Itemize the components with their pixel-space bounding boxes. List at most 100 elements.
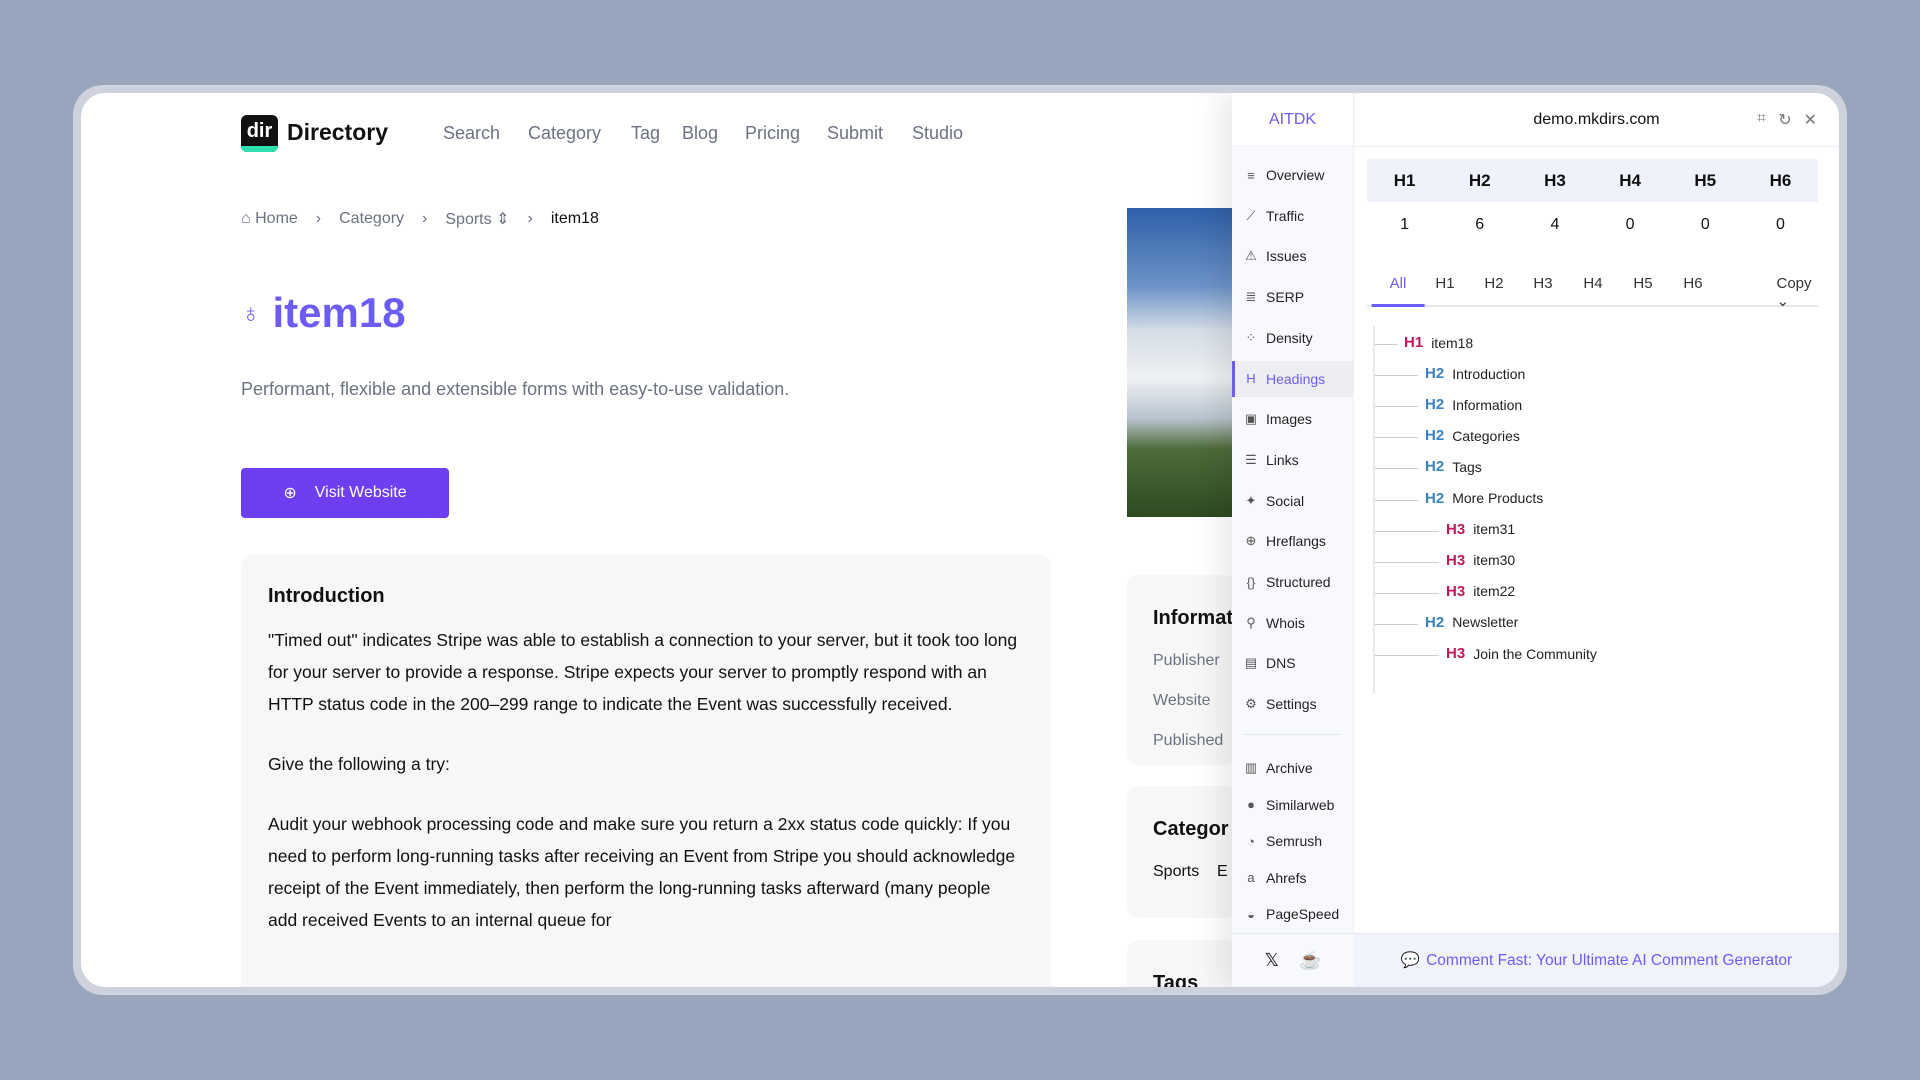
description: Performant, flexible and extensible form… xyxy=(241,379,790,399)
sidebar-item-settings[interactable]: ⚙ Settings xyxy=(1232,686,1354,722)
sidebar-item-similarweb[interactable]: ● Similarweb xyxy=(1232,787,1354,823)
count-value: 0 xyxy=(1625,216,1635,233)
sidebar-item-serp[interactable]: ≣ SERP xyxy=(1232,279,1354,315)
card-heading: Informat xyxy=(1153,607,1233,629)
sidebar-item-label: Semrush xyxy=(1266,833,1323,849)
heading-node[interactable]: H2 Information xyxy=(1425,396,1522,413)
tab-h1[interactable]: H1 xyxy=(1435,275,1454,292)
sidebar-item-label: PageSpeed xyxy=(1266,906,1340,922)
heading-text: item22 xyxy=(1473,583,1516,600)
category-link[interactable]: Sports xyxy=(1153,863,1199,880)
count-header: H1 xyxy=(1393,171,1416,190)
heading-node[interactable]: H2 Introduction xyxy=(1425,365,1525,382)
logo[interactable]: dir xyxy=(241,115,278,152)
sidebar-item-label: Whois xyxy=(1266,614,1305,631)
breadcrumb-sports[interactable]: Sports ⇕ xyxy=(445,209,509,229)
heading-node[interactable]: H3 item31 xyxy=(1446,521,1515,538)
heading-level-tag: H2 xyxy=(1425,613,1445,631)
breadcrumb-home[interactable]: ⌂ Home xyxy=(241,210,298,228)
sidebar-item-label: Social xyxy=(1266,492,1305,509)
product-image xyxy=(1127,208,1237,517)
tab-h6[interactable]: H6 xyxy=(1683,275,1702,292)
sidebar-item-whois[interactable]: ⚲ Whois xyxy=(1232,605,1354,641)
sidebar-item-pagespeed[interactable]: ◒ PageSpeed xyxy=(1232,896,1354,932)
coffee-cup-icon[interactable]: ☕ xyxy=(1299,950,1321,971)
count-value: 4 xyxy=(1550,216,1560,233)
sidebar-item-links[interactable]: ☰ Links xyxy=(1232,442,1354,478)
sidebar-item-headings[interactable]: H Headings xyxy=(1232,360,1354,397)
sidebar-item-dns[interactable]: ▤ DNS xyxy=(1232,645,1354,681)
heading-level-tag: H2 xyxy=(1425,427,1445,445)
sidebar-item-issues[interactable]: ⚠ Issues xyxy=(1232,238,1354,274)
copy-dropdown[interactable]: Copy ⌄ xyxy=(1776,275,1811,310)
sidebar-item-overview[interactable]: ≡ Overview xyxy=(1232,157,1354,193)
nav-category[interactable]: Category xyxy=(528,123,601,144)
tab-h3[interactable]: H3 xyxy=(1533,275,1552,292)
sidebar-item-hreflangs[interactable]: ⊕ Hreflangs xyxy=(1232,523,1354,559)
nav-pricing[interactable]: Pricing xyxy=(745,123,800,144)
info-label: Published xyxy=(1153,732,1224,749)
chevron-right-icon: › xyxy=(527,210,533,227)
domain: demo.mkdirs.com xyxy=(1533,110,1660,128)
heading-node[interactable]: H2 Newsletter xyxy=(1425,614,1518,631)
panel-sidebar: AITDK ≡ Overview ⟋ Traffic ⚠ Issues ≣ SERP ⁘ Dens… xyxy=(1232,93,1354,987)
sidebar-item-archive[interactable]: ▥ Archive xyxy=(1232,750,1354,786)
social-icon: ✦ xyxy=(1245,492,1257,508)
sidebar-item-structured[interactable]: {} Structured xyxy=(1232,564,1354,600)
sidebar-item-label: Density xyxy=(1266,329,1313,346)
count-header: H3 xyxy=(1544,171,1566,190)
nav-tag[interactable]: Tag xyxy=(631,123,660,144)
heading-node[interactable]: H2 More Products xyxy=(1425,490,1543,507)
serp-icon: ≣ xyxy=(1245,289,1257,305)
sidebar-item-semrush[interactable]: ◔ Semrush xyxy=(1232,823,1354,859)
sidebar-item-label: Images xyxy=(1266,411,1312,428)
heading-node[interactable]: H2 Tags xyxy=(1425,458,1482,475)
sidebar-item-density[interactable]: ⁘ Density xyxy=(1232,320,1354,356)
nav-studio[interactable]: Studio xyxy=(912,123,963,144)
heading-node[interactable]: H3 item22 xyxy=(1446,583,1515,600)
brand-name[interactable]: Directory xyxy=(287,119,388,146)
whois-icon: ⚲ xyxy=(1246,614,1256,630)
heading-level-tag: H2 xyxy=(1425,458,1445,476)
heading-text: Join the Community xyxy=(1473,645,1597,662)
heading-node[interactable]: H3 Join the Community xyxy=(1446,645,1597,662)
density-icon: ⁘ xyxy=(1245,329,1257,345)
heading-node[interactable]: H1 item18 xyxy=(1404,334,1473,351)
count-value: 0 xyxy=(1700,216,1710,233)
close-icon[interactable]: ✕ xyxy=(1804,110,1817,130)
award-icon: ♁ xyxy=(241,297,261,328)
refresh-icon[interactable]: ↻ xyxy=(1778,110,1791,130)
heading-node[interactable]: H2 Categories xyxy=(1425,427,1520,444)
page-title: ♁ item18 xyxy=(241,289,406,336)
archive-icon: ▥ xyxy=(1244,760,1258,775)
breadcrumb-category[interactable]: Category xyxy=(339,210,404,228)
tree-connector xyxy=(1375,344,1397,345)
introduction-card: Introduction "Timed out" indicates Strip… xyxy=(241,555,1051,987)
tab-all[interactable]: All xyxy=(1372,275,1424,307)
sidebar-item-label: Settings xyxy=(1266,696,1317,713)
sidebar-item-images[interactable]: ▣ Images xyxy=(1232,401,1354,437)
card-heading: Tags xyxy=(1153,972,1199,987)
count-value: 1 xyxy=(1400,216,1410,233)
crop-icon[interactable]: ⌗ xyxy=(1757,110,1766,130)
heading-level-tag: H2 xyxy=(1425,396,1445,414)
nav-submit[interactable]: Submit xyxy=(827,123,883,144)
tab-h4[interactable]: H4 xyxy=(1583,275,1602,292)
tab-h2[interactable]: H2 xyxy=(1484,275,1503,292)
divider xyxy=(1244,734,1341,735)
visit-website-button[interactable]: ⊕ Visit Website xyxy=(241,468,449,518)
heading-node[interactable]: H3 item30 xyxy=(1446,552,1515,569)
nav-search[interactable]: Search xyxy=(443,123,500,144)
category-link[interactable]: E xyxy=(1217,863,1228,880)
sidebar-item-ahrefs[interactable]: a Ahrefs xyxy=(1232,860,1354,896)
count-value: 6 xyxy=(1475,216,1485,233)
sidebar-item-traffic[interactable]: ⟋ Traffic xyxy=(1232,198,1354,234)
promo-link[interactable]: 💬 Comment Fast: Your Ultimate AI Comment … xyxy=(1354,933,1839,987)
sidebar-item-social[interactable]: ✦ Social xyxy=(1232,483,1354,519)
heading-text: item31 xyxy=(1473,521,1516,538)
card-heading: Categor xyxy=(1153,818,1229,840)
nav-blog[interactable]: Blog xyxy=(682,123,718,144)
info-label: Publisher xyxy=(1153,652,1220,669)
tab-h5[interactable]: H5 xyxy=(1633,275,1652,292)
x-twitter-icon[interactable]: 𝕏 xyxy=(1265,950,1280,971)
